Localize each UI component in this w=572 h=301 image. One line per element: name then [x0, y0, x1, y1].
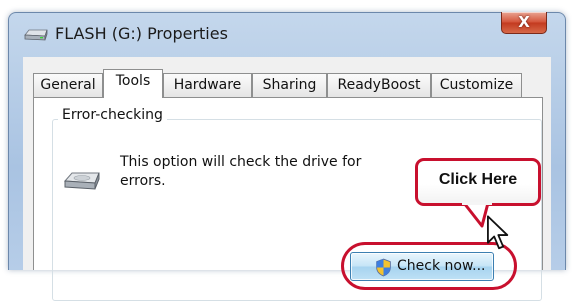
callout-text: Click Here	[438, 171, 518, 188]
error-checking-label: Error-checking	[58, 107, 167, 123]
tab-general[interactable]: General	[33, 73, 103, 97]
uac-shield-icon	[375, 258, 392, 281]
drive-icon	[23, 27, 49, 46]
close-button[interactable]: X	[501, 12, 547, 34]
click-here-callout: Click Here	[415, 158, 541, 206]
tab-readyboost[interactable]: ReadyBoost	[327, 73, 431, 97]
error-checking-description: This option will check the drive for err…	[120, 154, 362, 189]
close-icon: X	[518, 13, 530, 31]
title-bar[interactable]: FLASH (G:) Properties X	[9, 12, 565, 55]
tab-customize[interactable]: Customize	[431, 73, 522, 97]
tab-tools[interactable]: Tools	[103, 69, 163, 98]
mouse-cursor-icon	[486, 215, 512, 255]
tab-hardware[interactable]: Hardware	[163, 73, 252, 97]
check-now-button[interactable]: Check now...	[350, 252, 494, 281]
tab-sharing[interactable]: Sharing	[252, 73, 327, 97]
hard-disk-icon	[62, 169, 102, 197]
window-title: FLASH (G:) Properties	[55, 24, 228, 43]
check-now-label: Check now...	[397, 258, 486, 274]
